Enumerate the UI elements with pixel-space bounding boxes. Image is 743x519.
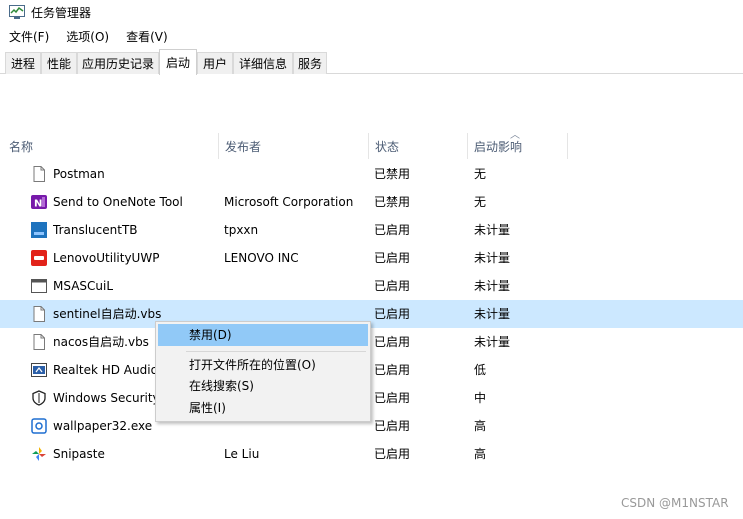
column-header-status[interactable]: 状态 — [366, 133, 466, 159]
realtek-icon — [31, 363, 47, 377]
row-status: 已启用 — [374, 391, 411, 405]
row-impact: 无 — [474, 195, 487, 209]
context-menu: 禁用(D) 打开文件所在的位置(O) 在线搜索(S) 属性(I) — [155, 321, 371, 422]
tab-processes[interactable]: 进程 — [5, 52, 41, 74]
task-manager-icon — [9, 5, 25, 19]
tab-bar: 进程 性能 应用历史记录 启动 用户 详细信息 服务 — [0, 48, 743, 75]
tab-app-history[interactable]: 应用历史记录 — [77, 52, 159, 74]
row-impact: 中 — [474, 391, 487, 405]
row-impact: 低 — [474, 363, 487, 377]
tab-startup[interactable]: 启动 — [159, 49, 197, 75]
wallpaper-icon — [31, 418, 47, 434]
table-row[interactable]: Windows Security 已启用 中 — [0, 384, 743, 412]
translucenttb-icon — [31, 222, 47, 238]
row-impact: 未计量 — [474, 335, 511, 349]
row-name: MSASCuiL — [53, 279, 114, 293]
file-icon — [33, 334, 45, 350]
row-status: 已启用 — [374, 279, 411, 293]
table-row[interactable]: wallpaper32.exe 已启用 高 — [0, 412, 743, 440]
row-name: Send to OneNote Tool — [53, 195, 183, 209]
row-name: Postman — [53, 167, 105, 181]
row-publisher: Microsoft Corporation — [224, 195, 354, 209]
shield-icon — [32, 390, 46, 406]
row-name: LenovoUtilityUWP — [53, 251, 160, 265]
tab-services[interactable]: 服务 — [293, 52, 327, 74]
row-publisher: Le Liu — [224, 447, 260, 461]
column-divider[interactable] — [567, 133, 568, 159]
row-status: 已禁用 — [374, 167, 411, 181]
row-publisher: tpxxn — [224, 223, 259, 237]
row-status: 已启用 — [374, 419, 411, 433]
row-impact: 未计量 — [474, 279, 511, 293]
row-status: 已启用 — [374, 251, 411, 265]
context-menu-separator — [186, 351, 366, 352]
svg-text:N: N — [34, 199, 42, 210]
row-status: 已启用 — [374, 307, 411, 321]
row-impact: 无 — [474, 167, 487, 181]
row-impact: 未计量 — [474, 251, 511, 265]
table-row[interactable]: N Send to OneNote Tool Microsoft Corpora… — [0, 188, 743, 216]
window-title: 任务管理器 — [31, 5, 92, 20]
table-row[interactable]: Postman 已禁用 无 — [0, 160, 743, 188]
tab-users[interactable]: 用户 — [197, 52, 233, 74]
row-publisher: LENOVO INC — [224, 251, 299, 265]
tab-details[interactable]: 详细信息 — [233, 52, 293, 74]
row-impact: 未计量 — [474, 223, 511, 237]
row-publisher — [224, 160, 364, 188]
lenovo-icon — [31, 250, 47, 266]
row-name: Snipaste — [53, 447, 105, 461]
context-menu-disable[interactable]: 禁用(D) — [158, 324, 368, 346]
menu-view[interactable]: 查看(V) — [117, 28, 176, 45]
row-status: 已启用 — [374, 363, 411, 377]
row-impact: 高 — [474, 447, 487, 461]
row-impact: 未计量 — [474, 307, 511, 321]
menu-bar: 文件(F) 选项(O) 查看(V) — [0, 26, 176, 46]
row-status: 已启用 — [374, 447, 411, 461]
column-header-impact[interactable]: 启动影响 — [465, 133, 567, 159]
context-menu-open-location[interactable]: 打开文件所在的位置(O) — [158, 354, 368, 376]
row-status: 已禁用 — [374, 195, 411, 209]
column-header-publisher[interactable]: 发布者 — [216, 133, 368, 159]
table-row[interactable]: nacos自启动.vbs 已启用 未计量 — [0, 328, 743, 356]
table-row[interactable]: LenovoUtilityUWP LENOVO INC 已启用 未计量 — [0, 244, 743, 272]
file-icon — [33, 166, 45, 182]
table-row[interactable]: TranslucentTB tpxxn 已启用 未计量 — [0, 216, 743, 244]
watermark: CSDN @M1NSTAR — [621, 496, 729, 510]
onenote-icon: N — [31, 195, 47, 210]
row-status: 已启用 — [374, 335, 411, 349]
table-row-selected[interactable]: sentinel自启动.vbs 已启用 未计量 — [0, 300, 743, 328]
title-bar: 任务管理器 — [0, 0, 743, 24]
row-status: 已启用 — [374, 223, 411, 237]
menu-file[interactable]: 文件(F) — [0, 28, 57, 45]
column-header-name[interactable]: 名称 — [0, 133, 218, 159]
context-menu-search-online[interactable]: 在线搜索(S) — [158, 375, 368, 397]
row-impact: 高 — [474, 419, 487, 433]
window-icon — [31, 279, 47, 293]
row-publisher — [224, 272, 364, 300]
row-name: TranslucentTB — [53, 223, 138, 237]
context-menu-properties[interactable]: 属性(I) — [158, 397, 368, 419]
table-row[interactable]: Snipaste Le Liu 已启用 高 — [0, 440, 743, 468]
menu-options[interactable]: 选项(O) — [57, 28, 117, 45]
snipaste-icon — [32, 447, 46, 461]
table-row[interactable]: Realtek HD Audio 已启用 低 — [0, 356, 743, 384]
file-icon — [33, 306, 45, 322]
table-row[interactable]: MSASCuiL 已启用 未计量 — [0, 272, 743, 300]
tab-performance[interactable]: 性能 — [41, 52, 77, 74]
